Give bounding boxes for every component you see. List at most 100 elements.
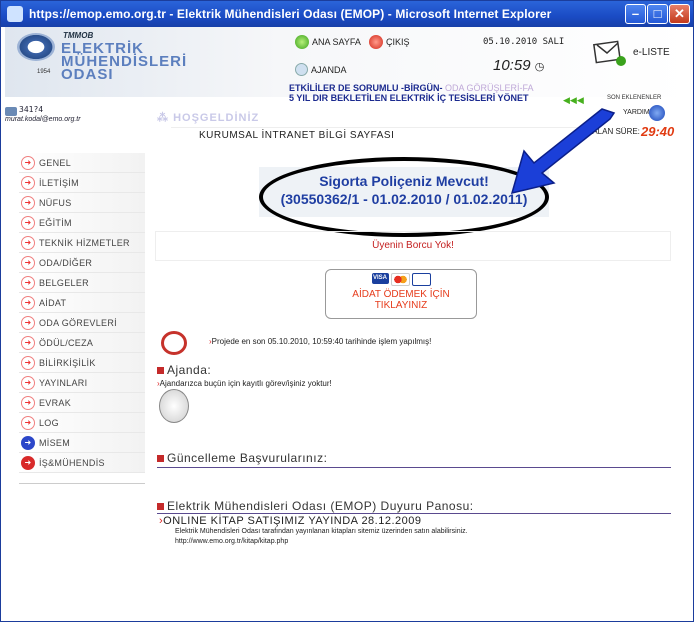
sidebar-item-label: ÖDÜL/CEZA xyxy=(39,337,94,348)
pay-dues-button[interactable]: VISA AİDAT ÖDEMEK İÇİN TIKLAYINIZ xyxy=(325,269,477,319)
nav-agenda-label: AJANDA xyxy=(311,64,347,75)
ajanda-title: Ajanda: xyxy=(167,363,212,377)
section-divider xyxy=(157,467,671,468)
sidebar-item-aidat[interactable]: ➜ AİDAT xyxy=(19,293,145,313)
page-content: TMMOB ELEKTRİK MÜHENDİSLERİ ODASI 1954 A… xyxy=(5,27,689,617)
remaining-time-value: 29:40 xyxy=(641,124,675,139)
ticker-line2[interactable]: 5 YIL DIR BEKLETİLEN ELEKTRİK İÇ TESİSLE… xyxy=(289,93,579,103)
logout-icon xyxy=(369,35,383,49)
arrow-bullet-icon: ➜ xyxy=(21,375,35,390)
sidebar-item-is-muhendis[interactable]: ➜ İŞ&MÜHENDİS xyxy=(19,453,145,473)
blue-arrow-icon xyxy=(510,108,616,195)
guncelleme-title: Güncelleme Başvurularınız: xyxy=(167,451,328,465)
arrow-bullet-icon: ➜ xyxy=(21,175,35,190)
nav-logout[interactable]: ÇIKIŞ xyxy=(369,35,410,49)
eliste-icon[interactable] xyxy=(593,39,627,67)
sidebar-item-yayinlari[interactable]: ➜ YAYINLARI xyxy=(19,373,145,393)
sidebar-item-label: NÜFUS xyxy=(39,197,72,208)
announcement-link[interactable]: http://www.emo.org.tr/kitap/kitap.php xyxy=(175,537,655,547)
sidebar-item-label: ODA GÖREVLERİ xyxy=(39,317,117,328)
arrow-bullet-icon: ➜ xyxy=(21,435,35,450)
nav-home[interactable]: ANA SAYFA xyxy=(295,35,361,49)
son-eklenenler-link[interactable]: SON EKLENENLER xyxy=(607,95,661,101)
sidebar-item-oda-gorevleri[interactable]: ➜ ODA GÖREVLERİ xyxy=(19,313,145,333)
sidebar-item-oda-diger[interactable]: ➜ ODA/DİĞER xyxy=(19,253,145,273)
announcement-body: Elektrik Mühendisleri Odası tarafından y… xyxy=(175,527,655,547)
sidebar-item-nufus[interactable]: ➜ NÜFUS xyxy=(19,193,145,213)
section-marker-icon xyxy=(157,454,164,462)
ticker-line1-faded: ODA GÖRÜŞLERİ-FA xyxy=(445,83,534,93)
duyuru-heading: Elektrik Mühendisleri Odası (EMOP) Duyur… xyxy=(157,499,474,513)
sidebar-item-genel[interactable]: ➜ GENEL xyxy=(19,153,145,173)
pay-dues-label-1: AİDAT ÖDEMEK İÇİN xyxy=(352,289,450,300)
sidebar-item-log[interactable]: ➜ LOG xyxy=(19,413,145,433)
sidebar-item-odul-ceza[interactable]: ➜ ÖDÜL/CEZA xyxy=(19,333,145,353)
nav-logout-label: ÇIKIŞ xyxy=(386,37,410,47)
pay-dues-label-2: TIKLAYINIZ xyxy=(374,300,428,311)
announcement-title[interactable]: ›ONLINE KİTAP SATIŞIMIZ YAYINDA 28.12.20… xyxy=(159,515,422,527)
help-link[interactable]: YARDIM xyxy=(623,109,650,116)
sidebar-item-label: ODA/DİĞER xyxy=(39,257,93,268)
project-icon xyxy=(161,331,187,355)
current-date: 05.10.2010 SALI xyxy=(483,37,565,47)
clock-icon: ◷ xyxy=(534,61,545,73)
browser-window: https://emop.emo.org.tr - Elektrik Mühen… xyxy=(0,0,694,622)
duyuru-title: Elektrik Mühendisleri Odası (EMOP) Duyur… xyxy=(167,499,474,513)
sidebar-item-label: BİLİRKİŞİLİK xyxy=(39,357,96,368)
section-marker-icon xyxy=(157,366,164,374)
sidebar-item-belgeler[interactable]: ➜ BELGELER xyxy=(19,273,145,293)
window-title: https://emop.emo.org.tr - Elektrik Mühen… xyxy=(29,7,552,21)
sidebar-item-label: AİDAT xyxy=(39,297,67,308)
announcement-title-text: ONLINE KİTAP SATIŞIMIZ YAYINDA 28.12.200… xyxy=(163,515,422,527)
user-icon xyxy=(5,107,17,116)
arrow-bullet-icon: ➜ xyxy=(21,295,35,310)
nav-agenda[interactable]: AJANDA xyxy=(295,63,347,76)
sidebar-item-label: GENEL xyxy=(39,157,72,168)
sidebar-item-teknik[interactable]: ➜ TEKNİK HİZMETLER xyxy=(19,233,145,253)
sidebar-item-bilirkisilik[interactable]: ➜ BİLİRKİŞİLİK xyxy=(19,353,145,373)
sidebar-item-label: YAYINLARI xyxy=(39,377,88,388)
user-info: 341?4 murat.kodal@emo.org.tr xyxy=(5,105,145,135)
home-icon xyxy=(295,35,309,49)
arrow-bullet-icon: ➜ xyxy=(21,395,35,410)
sidebar-item-misem[interactable]: ➜ MİSEM xyxy=(19,433,145,453)
visa-card-icon: VISA xyxy=(371,273,389,284)
minimize-button[interactable]: – xyxy=(625,4,646,24)
compass-icon xyxy=(159,389,189,423)
sidebar-item-egitim[interactable]: ➜ EĞİTİM xyxy=(19,213,145,233)
arrow-bullet-icon: ➜ xyxy=(21,155,35,170)
arrow-bullet-icon: ➜ xyxy=(21,255,35,270)
section-marker-icon xyxy=(157,502,164,510)
sidebar-item-evrak[interactable]: ➜ EVRAK xyxy=(19,393,145,413)
eliste-link[interactable]: e-LISTE xyxy=(633,47,670,58)
sidebar-menu: ➜ GENEL ➜ İLETİŞİM ➜ NÜFUS ➜ EĞİTİM ➜ TEKNİK … xyxy=(19,153,145,484)
logo-tmmob: TMMOB xyxy=(63,31,94,40)
green-arrows-icon: ◀◀◀ xyxy=(563,95,584,105)
project-note-text: Projede en son 05.10.2010, 10:59:40 tari… xyxy=(211,337,432,346)
user-id: 341?4 xyxy=(19,105,44,114)
logo-line3: ODASI xyxy=(61,66,114,83)
welcome-text: HOŞGELDİNİZ xyxy=(173,112,260,124)
diners-card-icon xyxy=(411,273,431,286)
debt-status: Üyenin Borcu Yok! xyxy=(155,231,671,261)
arrow-bullet-icon: ➜ xyxy=(21,335,35,350)
arrow-bullet-icon: ➜ xyxy=(21,215,35,230)
help-icon[interactable] xyxy=(649,105,665,121)
title-bar: https://emop.emo.org.tr - Elektrik Mühen… xyxy=(1,1,693,27)
sidebar-item-label: TEKNİK HİZMETLER xyxy=(39,237,130,248)
ajanda-note-text: Ajandarızca buçün için kayıtlı görev/işi… xyxy=(159,379,332,388)
arrow-bullet-icon: ➜ xyxy=(21,355,35,370)
maximize-button[interactable]: □ xyxy=(647,4,668,24)
current-time: 10:59 ◷ xyxy=(493,57,544,74)
highlight-ellipse xyxy=(259,157,549,237)
ajanda-note: ›Ajandarızca buçün için kayıtlı görev/iş… xyxy=(157,379,332,388)
sidebar-item-label: İŞ&MÜHENDİS xyxy=(39,457,105,468)
sidebar-item-label: EĞİTİM xyxy=(39,217,72,228)
close-button[interactable]: ✕ xyxy=(669,4,690,24)
sidebar-item-label: EVRAK xyxy=(39,397,72,408)
arrow-bullet-icon: ➜ xyxy=(21,195,35,210)
ajanda-heading: Ajanda: xyxy=(157,363,211,377)
sidebar-item-iletisim[interactable]: ➜ İLETİŞİM xyxy=(19,173,145,193)
sidebar-divider xyxy=(19,473,145,484)
arrow-bullet-icon: ➜ xyxy=(21,415,35,430)
